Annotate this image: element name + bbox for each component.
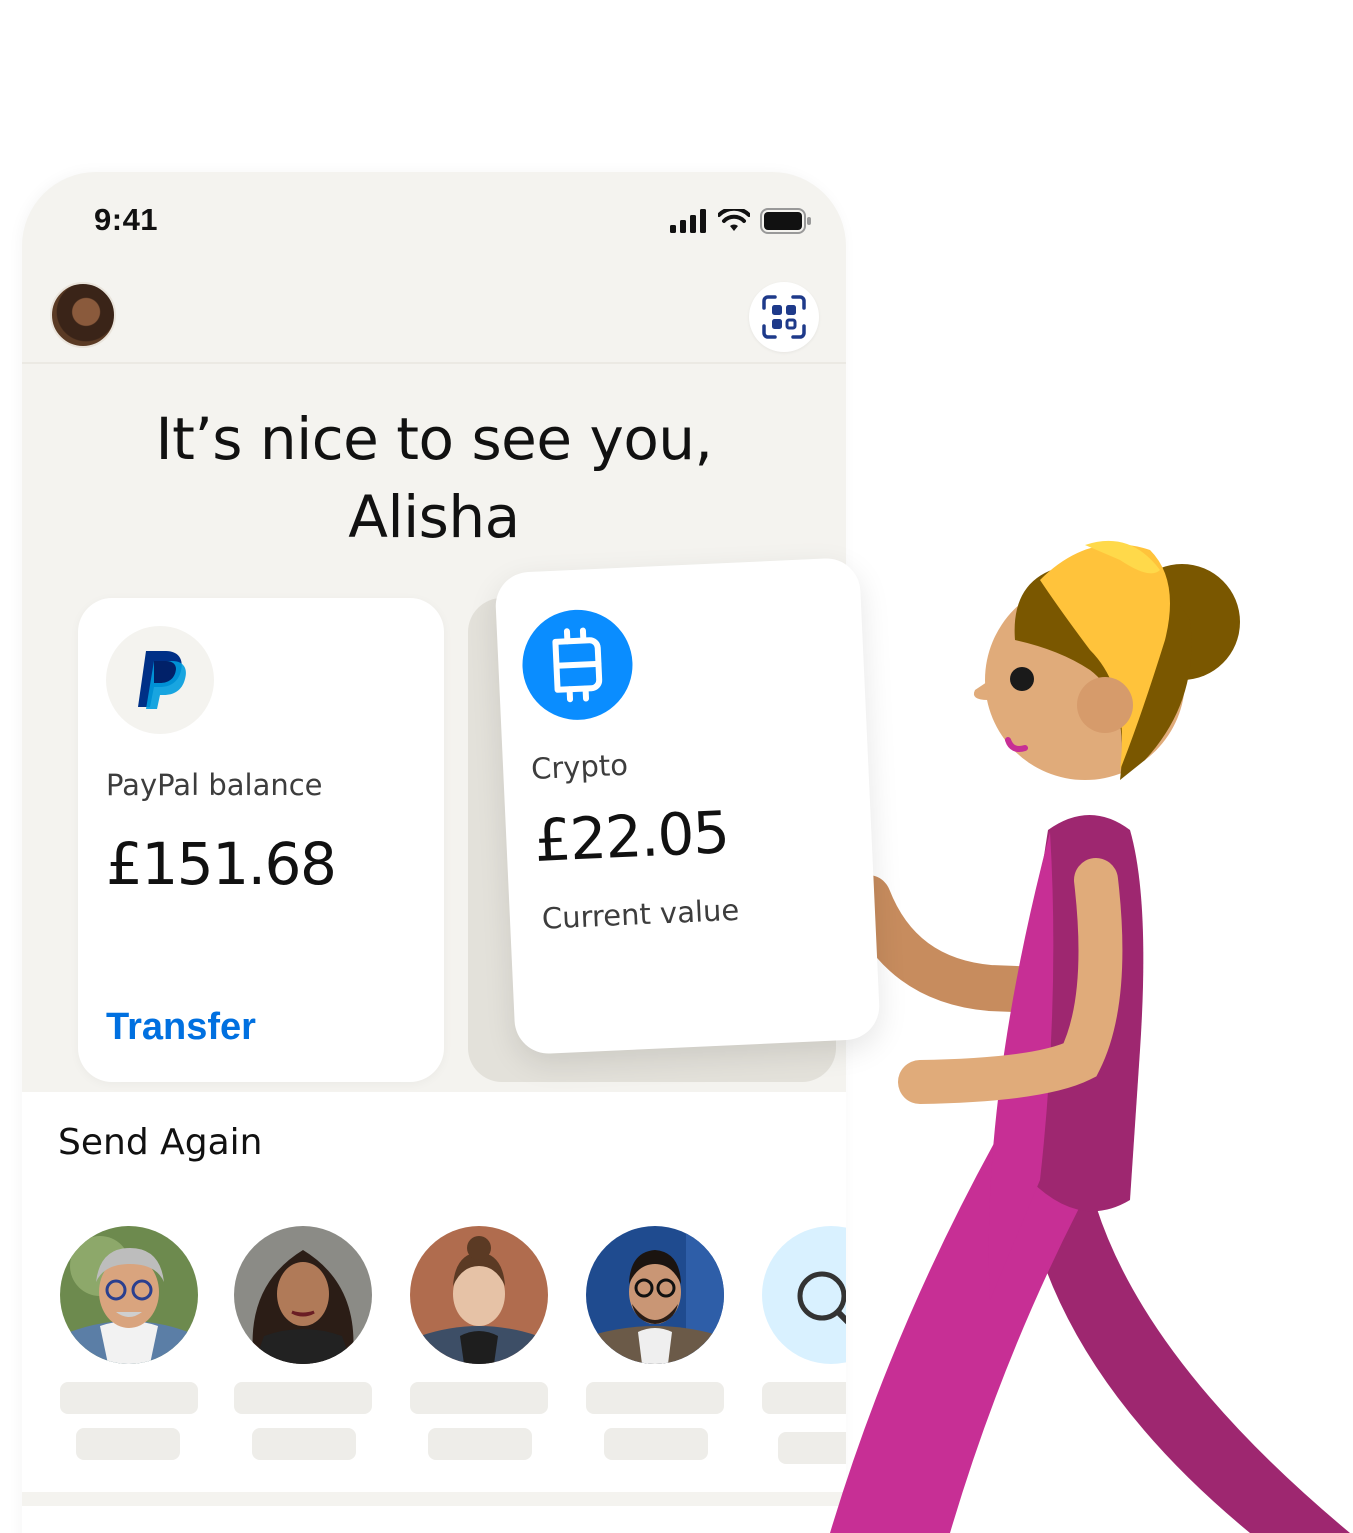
crypto-icon-badge	[520, 607, 635, 723]
contact-name-placeholder	[762, 1382, 846, 1414]
contact-detail-placeholder	[76, 1428, 180, 1460]
crypto-label: Crypto	[530, 747, 629, 787]
contact-avatar[interactable]	[410, 1226, 548, 1364]
contact-avatar[interactable]	[234, 1226, 372, 1364]
greeting: It’s nice to see you, Alisha	[22, 400, 846, 556]
paypal-logo	[106, 626, 214, 734]
qr-scan-button[interactable]	[749, 282, 819, 352]
balance-amount: £151.68	[106, 830, 337, 898]
contact-detail-placeholder	[252, 1428, 356, 1460]
battery-icon	[760, 208, 811, 234]
send-again-title: Send Again	[58, 1122, 263, 1163]
contact-avatar[interactable]	[60, 1226, 198, 1364]
qr-scan-icon	[762, 295, 806, 339]
bitcoin-icon	[552, 627, 603, 703]
header-divider	[22, 362, 846, 364]
send-again-section: Send Again	[22, 1092, 846, 1533]
crypto-card[interactable]: Crypto £22.05 Current value	[494, 556, 881, 1056]
greeting-name: Alisha	[348, 483, 520, 551]
contact-name-placeholder	[586, 1382, 724, 1414]
contact-detail-placeholder	[778, 1432, 846, 1464]
contact-avatar[interactable]	[586, 1226, 724, 1364]
wifi-icon	[718, 209, 750, 231]
paypal-balance-card[interactable]: PayPal balance £151.68 Transfer	[78, 598, 444, 1082]
user-avatar[interactable]	[50, 282, 116, 348]
transfer-button[interactable]: Transfer	[106, 1006, 256, 1049]
contact-detail-placeholder	[428, 1428, 532, 1460]
crypto-caption: Current value	[541, 892, 740, 936]
paypal-logo-icon	[138, 651, 186, 709]
contact-name-placeholder	[410, 1382, 548, 1414]
bottom-divider	[22, 1492, 846, 1506]
balance-label: PayPal balance	[106, 768, 323, 802]
contact-detail-placeholder	[604, 1428, 708, 1460]
contact-name-placeholder	[234, 1382, 372, 1414]
status-icons	[670, 208, 812, 234]
contact-name-placeholder	[60, 1382, 198, 1414]
search-icon	[797, 1271, 846, 1325]
signal-icon	[670, 209, 706, 233]
search-contacts-button[interactable]	[762, 1226, 846, 1364]
greeting-line-1: It’s nice to see you,	[155, 405, 713, 473]
crypto-amount: £22.05	[532, 798, 730, 875]
status-time: 9:41	[94, 202, 159, 237]
